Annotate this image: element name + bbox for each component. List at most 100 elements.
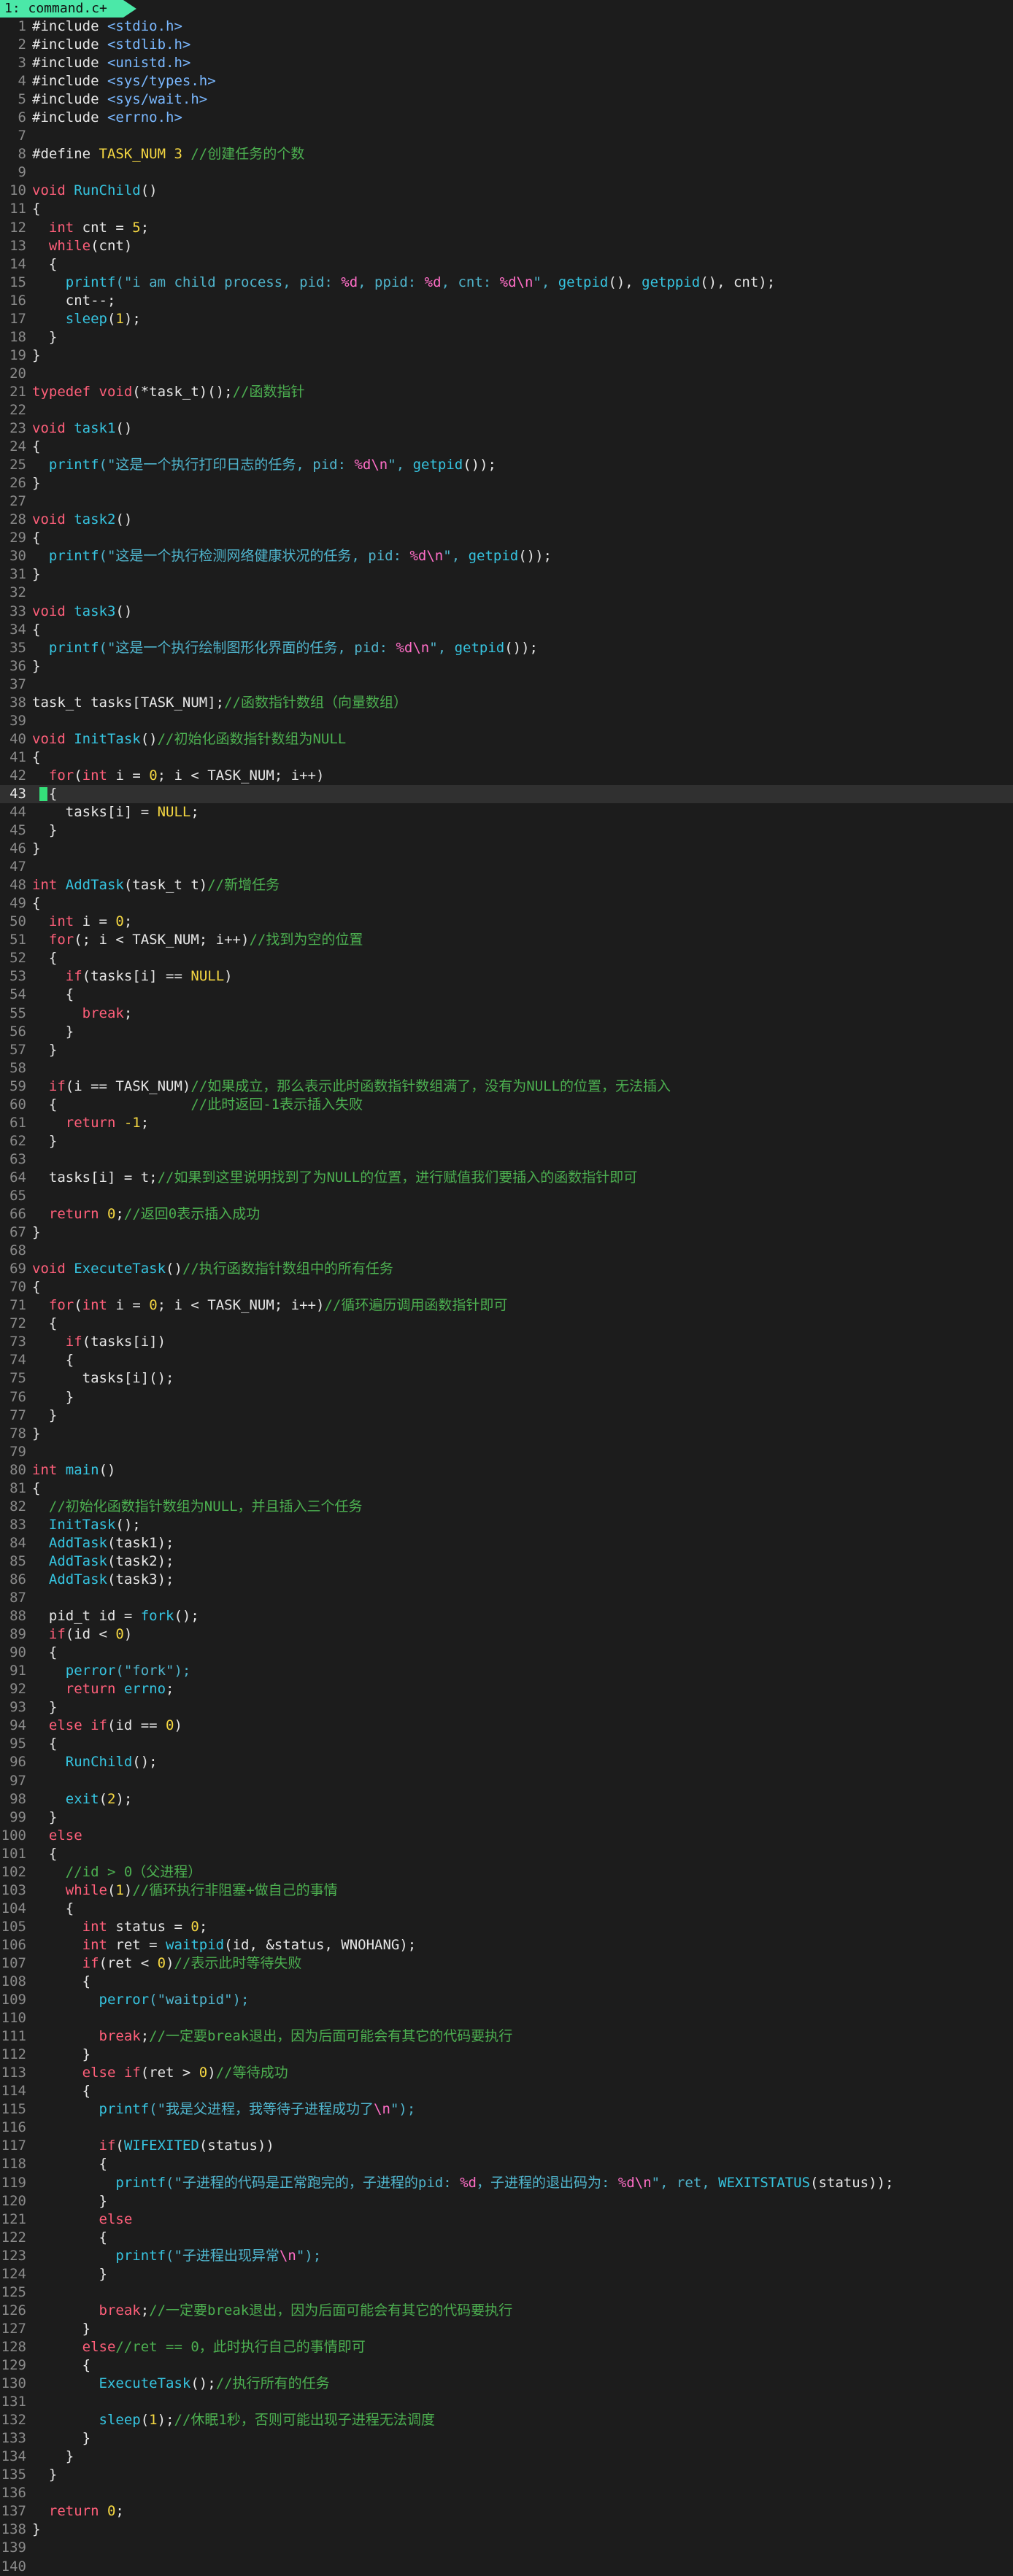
code-line[interactable]: 33 void task3() <box>0 603 1013 621</box>
code-line[interactable]: 110 <box>0 2009 1013 2027</box>
code-line[interactable]: 54 { <box>0 986 1013 1004</box>
code-line[interactable]: 118 { <box>0 2155 1013 2173</box>
code-line[interactable]: 74 { <box>0 1351 1013 1369</box>
code-line[interactable]: 124 } <box>0 2265 1013 2283</box>
code-line[interactable]: 10 void RunChild() <box>0 182 1013 200</box>
code-line[interactable]: 16 cnt--; <box>0 292 1013 310</box>
code-line[interactable]: 2 #include <stdlib.h> <box>0 36 1013 54</box>
code-line[interactable]: 42 for(int i = 0; i < TASK_NUM; i++) <box>0 767 1013 785</box>
code-line[interactable]: 133 } <box>0 2429 1013 2448</box>
code-line[interactable]: 115 printf("我是父进程，我等待子进程成功了\n"); <box>0 2100 1013 2119</box>
code-line[interactable]: 4 #include <sys/types.h> <box>0 72 1013 90</box>
code-line[interactable]: 121 else <box>0 2211 1013 2229</box>
code-line[interactable]: 86 AddTask(task3); <box>0 1571 1013 1589</box>
code-line[interactable]: 40 void InitTask()//初始化函数指针数组为NULL <box>0 730 1013 749</box>
code-line[interactable]: 58 <box>0 1059 1013 1078</box>
code-line[interactable]: 38 task_t tasks[TASK_NUM];//函数指针数组（向量数组） <box>0 694 1013 712</box>
code-line[interactable]: 95 { <box>0 1735 1013 1753</box>
code-line[interactable]: 79 <box>0 1443 1013 1461</box>
code-line[interactable]: 91 perror("fork"); <box>0 1662 1013 1680</box>
code-line[interactable]: 94 else if(id == 0) <box>0 1717 1013 1735</box>
code-line[interactable]: 64 tasks[i] = t;//如果到这里说明找到了为NULL的位置，进行赋… <box>0 1169 1013 1187</box>
code-line[interactable]: 17 sleep(1); <box>0 310 1013 328</box>
code-line[interactable]: 50 int i = 0; <box>0 913 1013 931</box>
code-line[interactable]: 100 else <box>0 1827 1013 1845</box>
code-line[interactable]: 88 pid_t id = fork(); <box>0 1607 1013 1625</box>
code-line[interactable]: 130 ExecuteTask();//执行所有的任务 <box>0 2375 1013 2393</box>
code-line[interactable]: 47 <box>0 858 1013 876</box>
code-line[interactable]: 96 RunChild(); <box>0 1753 1013 1771</box>
tab-command-c[interactable]: 1: command.c+ <box>0 0 136 18</box>
code-line[interactable]: 1 #include <stdio.h> <box>0 18 1013 36</box>
code-line[interactable]: 31} <box>0 565 1013 584</box>
code-line[interactable]: 99 } <box>0 1809 1013 1827</box>
code-line[interactable]: 20 <box>0 365 1013 383</box>
code-line[interactable]: 98 exit(2); <box>0 1790 1013 1809</box>
code-line[interactable]: 6 #include <errno.h> <box>0 109 1013 127</box>
code-line[interactable]: 116 <box>0 2119 1013 2137</box>
code-line[interactable]: 92 return errno; <box>0 1680 1013 1698</box>
code-line[interactable]: 19} <box>0 347 1013 365</box>
code-line[interactable]: 102 //id > 0（父进程） <box>0 1863 1013 1881</box>
code-editor[interactable]: 1 #include <stdio.h> 2 #include <stdlib.h> 3… <box>0 18 1013 2576</box>
code-line[interactable]: 106 int ret = waitpid(id, &status, WNOHA… <box>0 1936 1013 1954</box>
code-line[interactable]: 80 int main() <box>0 1461 1013 1480</box>
code-line[interactable]: 24 { <box>0 438 1013 456</box>
code-line[interactable]: 44 tasks[i] = NULL; <box>0 803 1013 821</box>
code-line[interactable]: 82 //初始化函数指针数组为NULL，并且插入三个任务 <box>0 1498 1013 1516</box>
code-line[interactable]: 71 for(int i = 0; i < TASK_NUM; i++)//循环… <box>0 1296 1013 1315</box>
code-line[interactable]: 3 #include <unistd.h> <box>0 54 1013 72</box>
code-line[interactable]: 120 } <box>0 2192 1013 2211</box>
code-line[interactable]: 23 void task1() <box>0 419 1013 438</box>
code-line[interactable]: 48 int AddTask(task_t t)//新增任务 <box>0 876 1013 894</box>
code-line[interactable]: 85 AddTask(task2); <box>0 1552 1013 1571</box>
code-line[interactable]: 22 <box>0 401 1013 419</box>
code-line[interactable]: 132 sleep(1);//休眠1秒，否则可能出现子进程无法调度 <box>0 2411 1013 2429</box>
code-line[interactable]: 7 <box>0 127 1013 145</box>
code-line[interactable]: 111 break;//一定要break退出，因为后面可能会有其它的代码要执行 <box>0 2027 1013 2046</box>
code-line[interactable]: 135 } <box>0 2466 1013 2484</box>
code-line[interactable]: 41 { <box>0 749 1013 767</box>
code-line[interactable]: 84 AddTask(task1); <box>0 1534 1013 1552</box>
code-line[interactable]: 123 printf("子进程出现异常\n"); <box>0 2247 1013 2265</box>
code-line[interactable]: 101 { <box>0 1845 1013 1863</box>
code-line[interactable]: 68 <box>0 1242 1013 1260</box>
code-line[interactable]: 108 { <box>0 1973 1013 1991</box>
code-line[interactable]: 87 <box>0 1589 1013 1607</box>
code-line[interactable]: 60 { //此时返回-1表示插入失败 <box>0 1096 1013 1114</box>
code-line[interactable]: 70 { <box>0 1278 1013 1296</box>
code-line[interactable]: 30 printf("这是一个执行检测网络健康状况的任务, pid: %d\n"… <box>0 547 1013 565</box>
code-line[interactable]: 29 { <box>0 529 1013 547</box>
code-line[interactable]: 52 { <box>0 949 1013 967</box>
code-line[interactable]: 131 <box>0 2393 1013 2411</box>
code-line[interactable]: 129 { <box>0 2356 1013 2375</box>
code-line[interactable]: 112 } <box>0 2046 1013 2064</box>
code-line[interactable]: 66 return 0;//返回0表示插入成功 <box>0 1205 1013 1223</box>
code-line[interactable]: 103 while(1)//循环执行非阻塞+做自己的事情 <box>0 1881 1013 1900</box>
code-line[interactable]: 134 } <box>0 2448 1013 2466</box>
code-line[interactable]: 34 { <box>0 621 1013 639</box>
code-line[interactable]: 49 { <box>0 894 1013 913</box>
code-line[interactable]: 11 { <box>0 200 1013 218</box>
code-line[interactable]: 136 <box>0 2484 1013 2502</box>
code-line[interactable]: 114 { <box>0 2082 1013 2100</box>
code-line[interactable]: 15 printf("i am child process, pid: %d, … <box>0 274 1013 292</box>
code-line[interactable]: 89 if(id < 0) <box>0 1625 1013 1644</box>
code-line[interactable]: 27 <box>0 492 1013 511</box>
code-line[interactable]: 78} <box>0 1425 1013 1443</box>
code-line[interactable]: 113 else if(ret > 0)//等待成功 <box>0 2064 1013 2082</box>
code-line[interactable]: 109 perror("waitpid"); <box>0 1991 1013 2009</box>
code-line[interactable]: 53 if(tasks[i] == NULL) <box>0 967 1013 986</box>
code-line[interactable]: 105 int status = 0; <box>0 1918 1013 1936</box>
code-line[interactable]: 122 { <box>0 2229 1013 2247</box>
code-line[interactable]: 127 } <box>0 2320 1013 2338</box>
code-line[interactable]: 77 } <box>0 1407 1013 1425</box>
code-line[interactable]: 46} <box>0 840 1013 858</box>
code-line[interactable]: 8 #define TASK_NUM 3 //创建任务的个数 <box>0 145 1013 163</box>
code-line[interactable]: 51 for(; i < TASK_NUM; i++)//找到为空的位置 <box>0 931 1013 949</box>
code-line[interactable]: 14 { <box>0 255 1013 274</box>
code-line[interactable]: 56 } <box>0 1023 1013 1041</box>
code-line[interactable]: 36} <box>0 657 1013 676</box>
code-line[interactable]: 21 typedef void(*task_t)();//函数指针 <box>0 383 1013 401</box>
code-line[interactable]: 128 else//ret == 0，此时执行自己的事情即可 <box>0 2338 1013 2356</box>
